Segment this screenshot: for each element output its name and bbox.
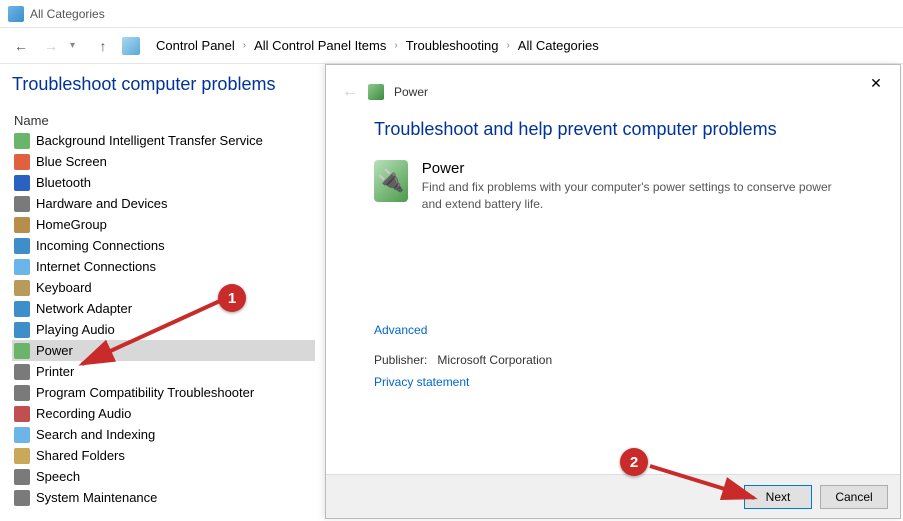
troubleshooter-icon: [14, 133, 30, 149]
troubleshooter-item[interactable]: Playing Audio: [12, 319, 315, 340]
troubleshooter-icon: [14, 322, 30, 338]
publisher-value: Microsoft Corporation: [437, 353, 552, 367]
troubleshooter-item[interactable]: Power: [12, 340, 315, 361]
callout-1: 1: [218, 284, 246, 312]
titlebar: All Categories: [0, 0, 903, 28]
troubleshooter-label: Speech: [36, 469, 80, 484]
breadcrumb-item[interactable]: Control Panel: [152, 36, 239, 55]
up-button[interactable]: ↑: [92, 35, 114, 57]
breadcrumb: Control Panel › All Control Panel Items …: [152, 36, 603, 55]
troubleshooter-icon: [14, 364, 30, 380]
troubleshooter-label: Keyboard: [36, 280, 92, 295]
privacy-link[interactable]: Privacy statement: [374, 375, 852, 389]
troubleshooter-label: Program Compatibility Troubleshooter: [36, 385, 254, 400]
troubleshooter-label: Hardware and Devices: [36, 196, 168, 211]
troubleshooter-item[interactable]: Background Intelligent Transfer Service: [12, 130, 315, 151]
troubleshooter-icon: [14, 490, 30, 506]
power-icon: [368, 84, 384, 100]
troubleshooter-label: Shared Folders: [36, 448, 125, 463]
troubleshooter-icon: [14, 175, 30, 191]
power-plug-icon: 🔌: [374, 160, 408, 202]
troubleshooter-icon: [14, 238, 30, 254]
troubleshooter-list-pane: Troubleshoot computer problems Name Back…: [0, 64, 325, 521]
wizard-heading: Troubleshoot and help prevent computer p…: [374, 119, 852, 140]
troubleshooter-item[interactable]: Speech: [12, 466, 315, 487]
troubleshooter-label: Network Adapter: [36, 301, 132, 316]
troubleshooter-item[interactable]: Network Adapter: [12, 298, 315, 319]
callout-2: 2: [620, 448, 648, 476]
troubleshooter-item[interactable]: Internet Connections: [12, 256, 315, 277]
troubleshooter-item[interactable]: Printer: [12, 361, 315, 382]
troubleshooter-icon: [14, 280, 30, 296]
app-icon: [8, 6, 24, 22]
troubleshooter-icon: [14, 385, 30, 401]
troubleshooter-item[interactable]: Incoming Connections: [12, 235, 315, 256]
troubleshooter-icon: [14, 469, 30, 485]
troubleshooter-item[interactable]: Recording Audio: [12, 403, 315, 424]
page-heading: Troubleshoot computer problems: [12, 74, 315, 95]
troubleshooter-label: Playing Audio: [36, 322, 115, 337]
cancel-button[interactable]: Cancel: [820, 485, 888, 509]
troubleshooter-icon: [14, 343, 30, 359]
troubleshooter-label: HomeGroup: [36, 217, 107, 232]
wizard-footer: Next Cancel: [326, 474, 900, 518]
back-button[interactable]: ←: [10, 35, 32, 57]
window-title: All Categories: [30, 7, 105, 21]
address-icon: [122, 37, 140, 55]
breadcrumb-item[interactable]: Troubleshooting: [402, 36, 503, 55]
troubleshooter-item[interactable]: Blue Screen: [12, 151, 315, 172]
power-troubleshooter-wizard: ✕ ← Power Troubleshoot and help prevent …: [325, 64, 901, 519]
section-title: Power: [422, 160, 852, 177]
next-button[interactable]: Next: [744, 485, 812, 509]
chevron-right-icon: ›: [241, 40, 248, 51]
close-button[interactable]: ✕: [862, 71, 890, 95]
chevron-right-icon: ›: [392, 40, 399, 51]
troubleshooter-label: Bluetooth: [36, 175, 91, 190]
troubleshooter-label: System Maintenance: [36, 490, 157, 505]
advanced-link[interactable]: Advanced: [374, 323, 852, 337]
troubleshooter-icon: [14, 427, 30, 443]
troubleshooter-label: Background Intelligent Transfer Service: [36, 133, 263, 148]
troubleshooter-item[interactable]: HomeGroup: [12, 214, 315, 235]
navbar: ← → ▾ ↑ Control Panel › All Control Pane…: [0, 28, 903, 64]
section-description: Find and fix problems with your computer…: [422, 179, 852, 213]
forward-button: →: [40, 35, 62, 57]
troubleshooter-icon: [14, 217, 30, 233]
breadcrumb-item[interactable]: All Categories: [514, 36, 603, 55]
chevron-right-icon: ›: [504, 40, 511, 51]
troubleshooter-label: Blue Screen: [36, 154, 107, 169]
troubleshooter-item[interactable]: Shared Folders: [12, 445, 315, 466]
troubleshooter-list: Background Intelligent Transfer Service B…: [12, 130, 315, 508]
troubleshooter-item[interactable]: Hardware and Devices: [12, 193, 315, 214]
troubleshooter-item[interactable]: System Maintenance: [12, 487, 315, 508]
troubleshooter-label: Internet Connections: [36, 259, 156, 274]
troubleshooter-label: Incoming Connections: [36, 238, 165, 253]
troubleshooter-item[interactable]: Keyboard: [12, 277, 315, 298]
troubleshooter-icon: [14, 406, 30, 422]
troubleshooter-icon: [14, 259, 30, 275]
troubleshooter-label: Search and Indexing: [36, 427, 155, 442]
wizard-title: Power: [394, 85, 428, 99]
troubleshooter-label: Printer: [36, 364, 74, 379]
breadcrumb-item[interactable]: All Control Panel Items: [250, 36, 390, 55]
column-header-name[interactable]: Name: [12, 113, 315, 128]
troubleshooter-icon: [14, 154, 30, 170]
troubleshooter-icon: [14, 448, 30, 464]
publisher-label: Publisher:: [374, 353, 427, 367]
troubleshooter-icon: [14, 301, 30, 317]
troubleshooter-item[interactable]: Bluetooth: [12, 172, 315, 193]
wizard-back-button: ←: [342, 83, 358, 101]
troubleshooter-item[interactable]: Program Compatibility Troubleshooter: [12, 382, 315, 403]
history-dropdown[interactable]: ▾: [70, 40, 84, 51]
troubleshooter-icon: [14, 196, 30, 212]
troubleshooter-item[interactable]: Search and Indexing: [12, 424, 315, 445]
troubleshooter-label: Power: [36, 343, 73, 358]
publisher-line: Publisher: Microsoft Corporation: [374, 353, 852, 367]
troubleshooter-label: Recording Audio: [36, 406, 131, 421]
